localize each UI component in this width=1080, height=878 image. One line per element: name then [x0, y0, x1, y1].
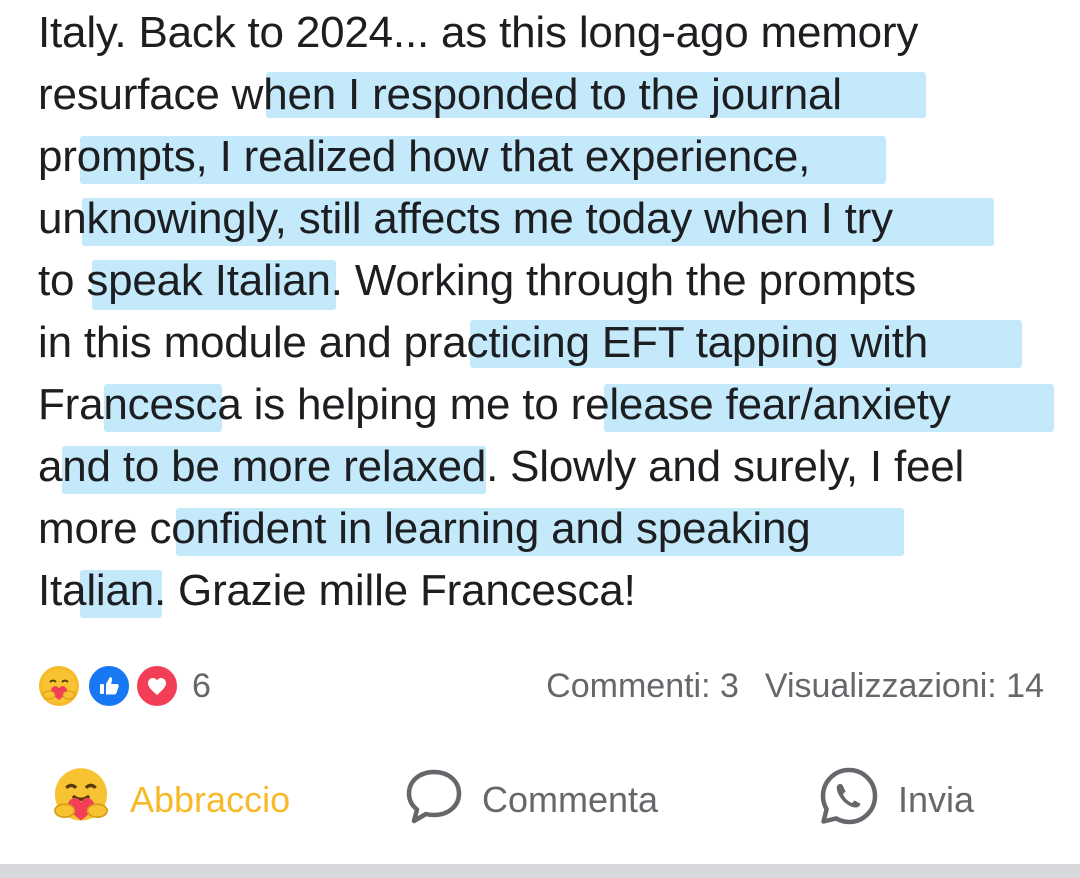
- post-text-line: Italian. Grazie mille Francesca!: [38, 560, 1058, 622]
- comment-label: Commenta: [482, 779, 659, 820]
- post-text-line: unknowingly, still affects me today when…: [38, 188, 1058, 250]
- hug-label: Abbraccio: [130, 779, 291, 820]
- send-label: Invia: [898, 779, 975, 820]
- comments-count[interactable]: Commenti: 3: [546, 662, 739, 710]
- post-text-line: in this module and practicing EFT tappin…: [38, 312, 1058, 374]
- post-text-line: more confident in learning and speaking: [38, 498, 1058, 560]
- post-text-line: prompts, I realized how that experience,: [38, 126, 1058, 188]
- care-icon: [36, 663, 82, 709]
- reaction-icons: [36, 662, 184, 710]
- views-count[interactable]: Visualizzazioni: 14: [765, 662, 1044, 710]
- post-text-line: to speak Italian. Working through the pr…: [38, 250, 1058, 312]
- post-text-line: resurface when I responded to the journa…: [38, 64, 1058, 126]
- post-text-line: Italy. Back to 2024... as this long-ago …: [38, 8, 919, 57]
- comment-button[interactable]: Commenta: [404, 758, 658, 842]
- post-body: Italy. Back to 2024... as this long-ago …: [38, 2, 1058, 622]
- post-action-bar: Abbraccio Commenta Invia: [0, 758, 1080, 842]
- feed-separator: [0, 864, 1080, 878]
- like-icon: [86, 663, 132, 709]
- post-stats: Commenti: 3 Visualizzazioni: 14: [546, 662, 1044, 710]
- post-text-line: Francesca is helping me to release fear/…: [38, 374, 1058, 436]
- love-icon: [134, 663, 180, 709]
- hug-button[interactable]: Abbraccio: [50, 758, 290, 842]
- post-text-line: and to be more relaxed. Slowly and surel…: [38, 436, 1058, 498]
- whatsapp-icon: [818, 765, 880, 836]
- reactions-summary[interactable]: 6: [36, 662, 211, 710]
- reaction-count: 6: [192, 667, 211, 705]
- comment-bubble-icon: [404, 766, 464, 835]
- send-button[interactable]: Invia: [818, 758, 974, 842]
- care-icon: [50, 765, 112, 836]
